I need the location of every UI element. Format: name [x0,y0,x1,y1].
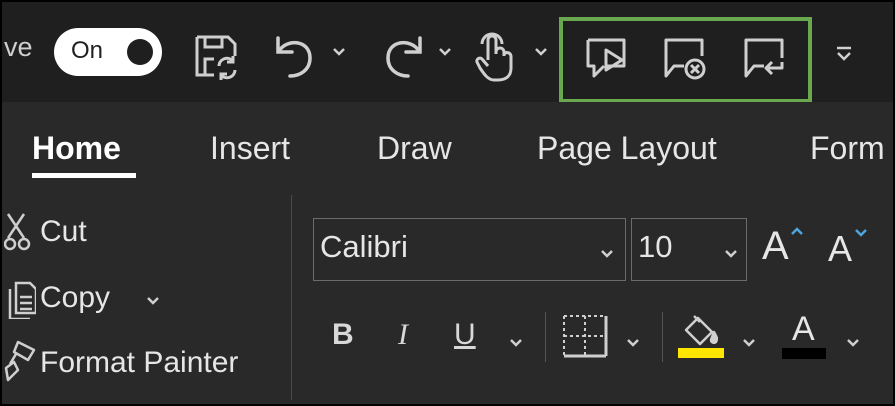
start-slideshow-icon[interactable] [584,36,628,80]
app-window: ve On Home Insert Draw Page Layout Form … [0,0,895,406]
format-painter-button[interactable]: Format Painter [40,346,238,380]
font-color-swatch [782,348,826,359]
fill-color-icon[interactable] [678,312,726,360]
cut-button[interactable]: Cut [40,215,87,249]
underline-button[interactable]: U [454,318,476,352]
end-review-icon[interactable] [662,36,708,82]
copy-dropdown-chevron-icon[interactable] [146,293,160,311]
fill-color-dropdown-chevron-icon[interactable] [742,335,756,353]
shrink-font-glyph: A [828,228,853,269]
font-size-value: 10 [638,229,673,264]
font-color-button[interactable]: A [782,310,828,360]
font-name-value: Calibri [320,229,408,264]
font-name-chevron-icon [600,246,614,264]
tab-formulas[interactable]: Form [810,130,885,167]
tab-page-layout[interactable]: Page Layout [537,130,717,167]
redo-dropdown-chevron-icon[interactable] [438,44,452,62]
save-sync-icon[interactable] [192,32,240,80]
font-size-dropdown[interactable]: 10 [631,218,747,281]
format-painter-icon[interactable] [4,340,38,384]
group-divider [291,195,292,400]
autosave-toggle-label: On [71,37,104,64]
shrink-font-button[interactable]: A [828,228,874,274]
format-divider-2 [662,312,663,362]
grow-font-button[interactable]: A [762,224,808,274]
tab-insert[interactable]: Insert [210,130,290,167]
autosave-label: ve [4,32,33,62]
font-name-dropdown[interactable]: Calibri [313,218,626,281]
toggle-knob [127,39,153,65]
active-tab-indicator [32,173,136,178]
cut-icon[interactable] [4,212,34,252]
font-color-glyph: A [792,310,815,348]
borders-dropdown-chevron-icon[interactable] [626,335,640,353]
tab-home[interactable]: Home [32,130,121,167]
touch-mode-icon[interactable] [474,30,514,82]
bold-button[interactable]: B [332,318,354,352]
tab-draw[interactable]: Draw [377,130,452,167]
redo-icon[interactable] [380,32,426,80]
autosave-toggle[interactable]: On [54,28,162,76]
underline-dropdown-chevron-icon[interactable] [509,335,523,353]
undo-icon[interactable] [272,32,318,80]
grow-font-glyph: A [762,224,789,268]
undo-dropdown-chevron-icon[interactable] [332,44,346,62]
borders-icon[interactable] [562,314,608,358]
quick-access-toolbar: ve On [2,2,893,103]
font-color-dropdown-chevron-icon[interactable] [846,335,860,353]
format-divider [545,312,546,362]
reply-comment-icon[interactable] [742,36,788,80]
font-size-chevron-icon [724,246,738,264]
touch-mode-dropdown-chevron-icon[interactable] [534,44,548,62]
italic-button[interactable]: I [398,318,408,352]
fill-color-swatch [678,348,724,358]
copy-button[interactable]: Copy [40,281,110,315]
arrow-up-icon [791,227,803,235]
copy-icon[interactable] [6,279,36,319]
customize-qat-icon[interactable] [835,46,853,62]
arrow-down-icon [855,229,867,237]
